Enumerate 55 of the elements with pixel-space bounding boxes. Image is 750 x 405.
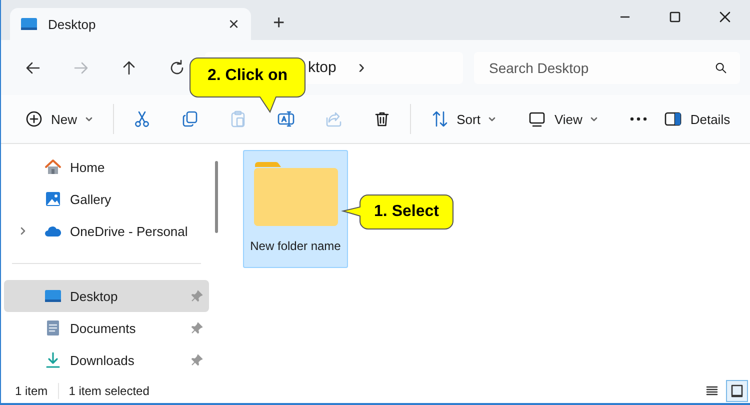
monitor-icon [528, 110, 546, 128]
add-icon [25, 110, 43, 128]
sidebar-item[interactable]: Gallery [4, 183, 209, 215]
close-icon [719, 11, 731, 23]
new-button[interactable]: New [13, 102, 106, 136]
folder-item[interactable]: New folder name [243, 150, 348, 268]
pin-icon[interactable] [191, 290, 203, 302]
tab-title: Desktop [48, 16, 97, 32]
desktop-icon [20, 15, 38, 33]
maximize-icon [669, 11, 681, 23]
tab-close-button[interactable]: × [228, 15, 239, 33]
breadcrumb-chevron[interactable]: › [358, 56, 365, 78]
caret-icon [488, 115, 496, 123]
rename-icon [276, 110, 295, 128]
scrollbar[interactable] [215, 161, 218, 233]
scissors-icon [132, 110, 151, 128]
caret-icon [590, 115, 598, 123]
search-icon [714, 60, 728, 74]
callout-tooltip: 1. Select [341, 193, 455, 231]
document-icon [44, 319, 62, 337]
details-pane-icon [664, 110, 682, 128]
pin-icon[interactable] [191, 354, 203, 366]
tab[interactable]: Desktop × [10, 8, 251, 40]
callout-tooltip: 2. Click on [188, 56, 307, 114]
square-icon [730, 384, 744, 398]
copy-icon [180, 110, 199, 128]
desktop-icon [44, 287, 62, 305]
details-button[interactable]: Details [658, 102, 736, 136]
sort-icon [430, 110, 449, 128]
sidebar-item[interactable]: OneDrive - Personal [4, 215, 209, 247]
clipboard-icon [228, 110, 247, 128]
list-icon [705, 384, 719, 398]
sidebar-item[interactable]: Downloads [4, 344, 209, 376]
item-count: 1 item [15, 384, 48, 398]
sidebar-item[interactable]: Documents [4, 312, 209, 344]
gallery-icon [44, 190, 62, 208]
sidebar-item[interactable]: Desktop [4, 280, 209, 312]
expand-chevron-icon [18, 226, 28, 236]
folder-icon [252, 159, 338, 227]
view-button[interactable]: View [516, 102, 610, 136]
breadcrumb[interactable]: ktop [308, 59, 336, 76]
trash-icon [372, 110, 391, 128]
caret-icon [85, 115, 94, 123]
new-tab-button[interactable]: + [273, 13, 285, 33]
pin-icon[interactable] [191, 322, 203, 334]
search-field[interactable]: Search Desktop [474, 52, 740, 84]
share-icon [324, 110, 343, 128]
large-icons-view-button[interactable] [726, 380, 748, 402]
sort-button[interactable]: Sort [418, 102, 508, 136]
sidebar-item[interactable]: Home [4, 151, 209, 183]
selection-count: 1 item selected [68, 384, 150, 398]
more-icon [630, 117, 647, 121]
home-icon [44, 158, 62, 176]
refresh-icon [168, 58, 186, 76]
download-icon [44, 351, 62, 369]
